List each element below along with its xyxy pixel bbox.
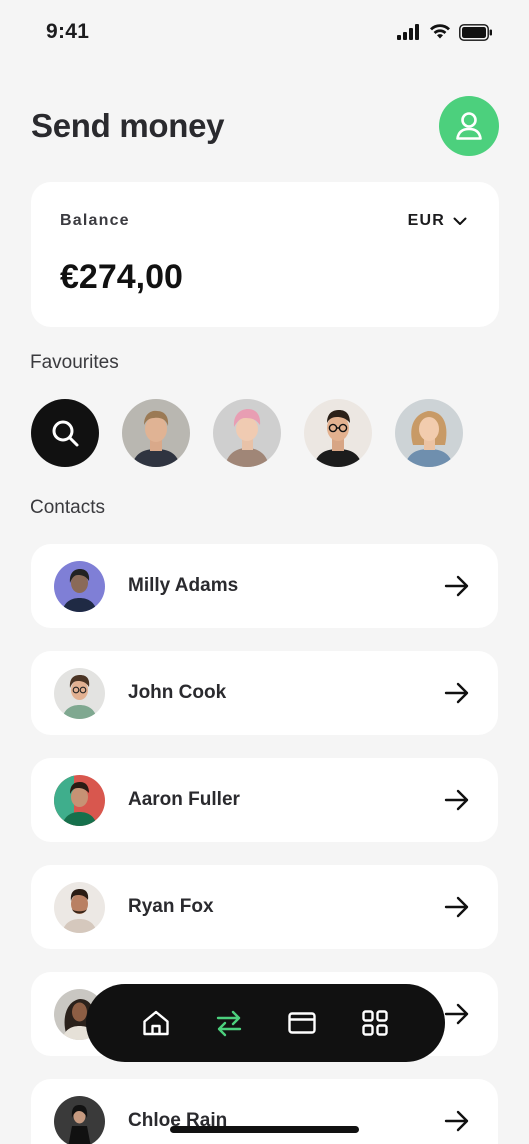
contact-name: Ryan Fox	[128, 896, 214, 917]
status-time: 9:41	[46, 20, 90, 43]
arrow-right-icon	[444, 896, 469, 918]
avatar-man-blond	[122, 399, 190, 467]
bottom-nav	[86, 984, 445, 1062]
contact-row[interactable]: Ryan Fox	[31, 865, 498, 949]
contact-avatar	[54, 1095, 105, 1144]
avatar-chloe-rain	[54, 1095, 105, 1144]
nav-home-button[interactable]	[136, 1003, 176, 1043]
transfer-icon	[216, 1010, 242, 1037]
header: Send money	[31, 96, 499, 156]
avatar-aaron-fuller	[54, 774, 105, 826]
favourite-contact[interactable]	[395, 399, 463, 467]
chevron-down-icon	[453, 217, 467, 225]
nav-transfer-button[interactable]	[209, 1003, 249, 1043]
signal-icon	[397, 24, 419, 40]
arrow-right-icon	[444, 575, 469, 597]
contact-row[interactable]: John Cook	[31, 651, 498, 735]
page-title: Send money	[31, 107, 225, 144]
contact-row[interactable]: Milly Adams	[31, 544, 498, 628]
favourite-contact[interactable]	[213, 399, 281, 467]
arrow-right-icon	[444, 1003, 469, 1025]
avatar-milly-adams	[54, 560, 105, 612]
avatar-woman-curly	[395, 399, 463, 467]
arrow-right-icon	[444, 789, 469, 811]
balance-card: Balance EUR €274,00	[31, 182, 499, 327]
favourite-contact[interactable]	[304, 399, 372, 467]
user-icon	[456, 112, 482, 140]
search-button[interactable]	[31, 399, 99, 467]
avatar-ryan-fox	[54, 881, 105, 933]
currency-label: EUR	[407, 212, 445, 229]
status-bar: 9:41	[0, 0, 529, 64]
contact-name: Aaron Fuller	[128, 789, 240, 810]
avatar-man-glasses	[304, 399, 372, 467]
profile-button[interactable]	[439, 96, 499, 156]
avatar-john-cook	[54, 667, 105, 719]
grid-icon	[361, 1010, 388, 1036]
wifi-icon	[430, 24, 450, 39]
favourite-contact[interactable]	[122, 399, 190, 467]
avatar-woman-pink-hair	[213, 399, 281, 467]
contacts-label: Contacts	[30, 497, 105, 518]
contact-name: John Cook	[128, 682, 227, 703]
status-icons	[397, 23, 493, 41]
contact-avatar	[54, 667, 105, 719]
contact-name: Milly Adams	[128, 575, 239, 596]
contact-avatar	[54, 560, 105, 612]
card-icon	[288, 1012, 316, 1034]
contact-avatar	[54, 881, 105, 933]
arrow-right-icon	[444, 1110, 469, 1132]
favourites-list	[31, 399, 463, 467]
home-icon	[143, 1010, 170, 1036]
contact-avatar	[54, 774, 105, 826]
nav-card-button[interactable]	[282, 1003, 322, 1043]
balance-amount: €274,00	[60, 258, 183, 296]
home-indicator	[170, 1126, 359, 1133]
currency-selector[interactable]: EUR	[408, 212, 467, 230]
favourites-label: Favourites	[30, 352, 119, 373]
contact-row[interactable]: Chloe Rain	[31, 1079, 498, 1144]
search-icon	[52, 420, 79, 447]
battery-icon	[459, 23, 492, 41]
nav-grid-button[interactable]	[355, 1003, 395, 1043]
contact-row[interactable]: Aaron Fuller	[31, 758, 498, 842]
arrow-right-icon	[444, 682, 469, 704]
